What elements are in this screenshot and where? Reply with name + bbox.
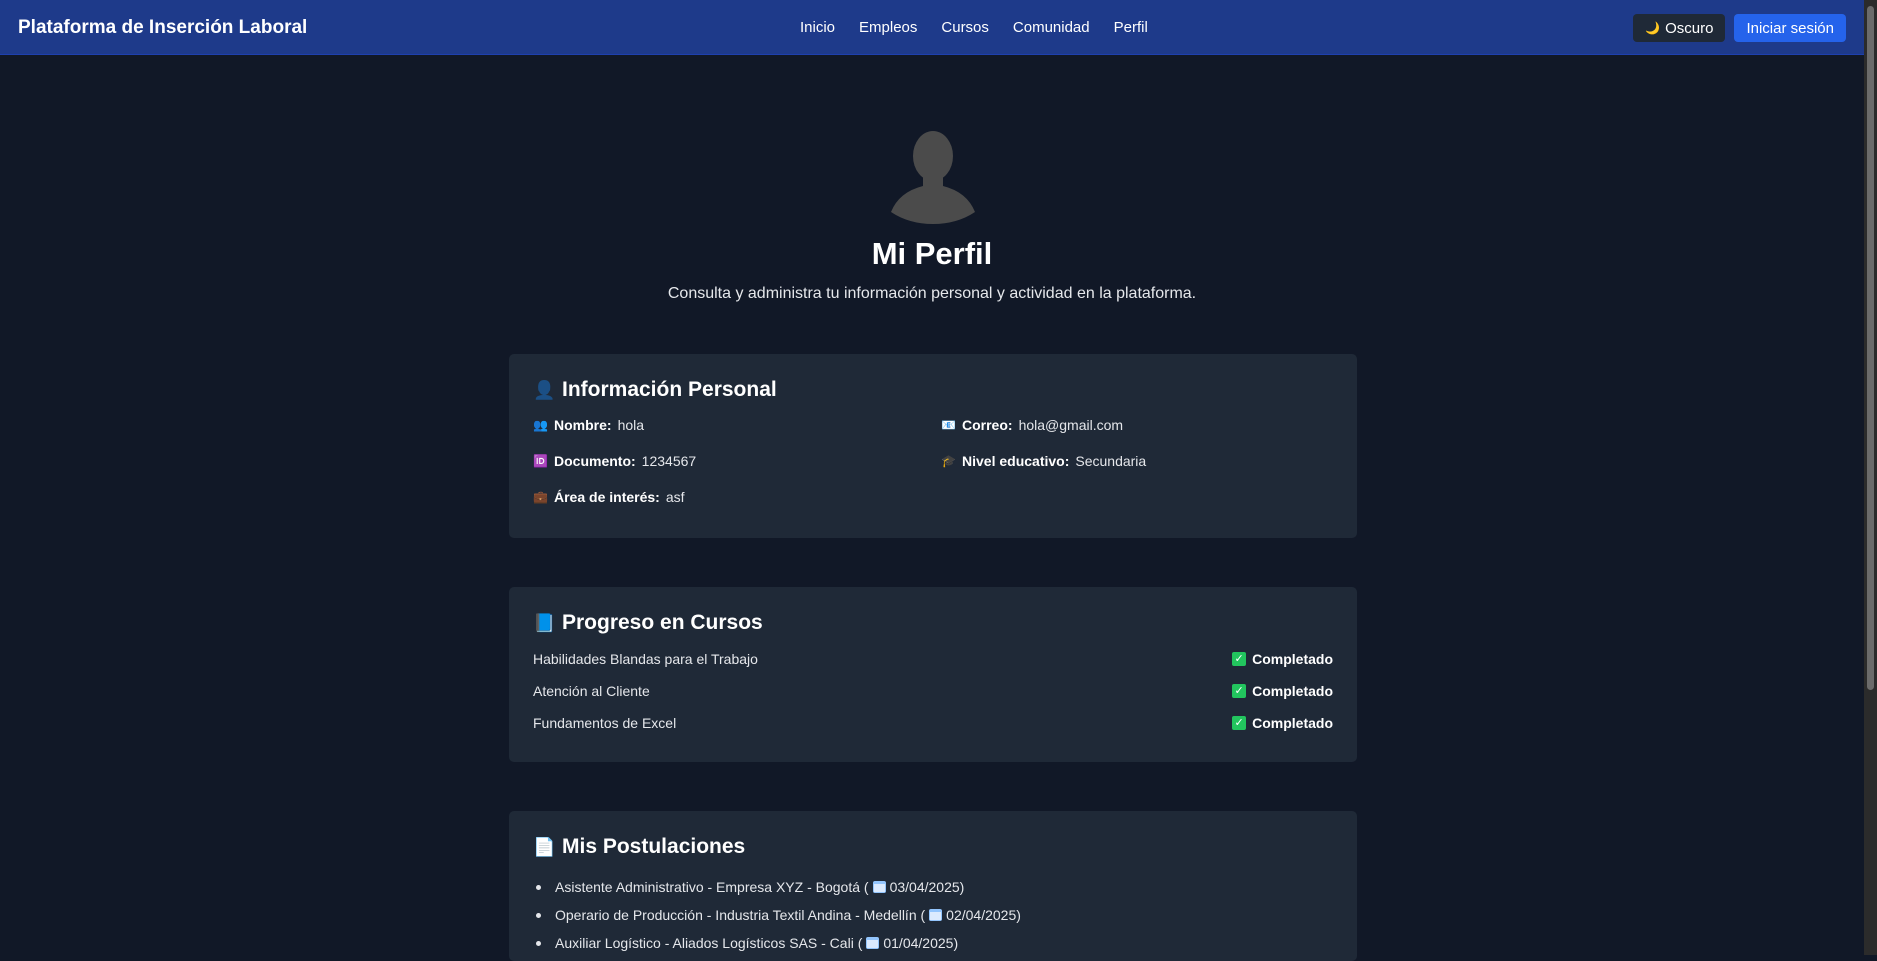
course-status: ✓ Completado	[1232, 651, 1333, 667]
info-value-correo: hola@gmail.com	[1018, 417, 1124, 433]
course-progress-heading: 📘 Progreso en Cursos	[533, 611, 1333, 635]
check-icon: ✓	[1232, 684, 1247, 698]
calendar-icon	[929, 909, 943, 921]
application-item: Asistente Administrativo - Empresa XYZ -…	[533, 873, 1333, 901]
personal-info-grid: 👥 Nombre: hola 📧 Correo: hola@gmail.com …	[533, 416, 1333, 506]
page-scrollbar[interactable]	[1864, 0, 1877, 955]
scrollbar-thumb[interactable]	[1867, 6, 1874, 690]
calendar-icon	[866, 937, 880, 949]
info-item-nivel-educativo: 🎓 Nivel educativo: Secundaria	[941, 452, 1341, 470]
moon-icon: 🌙	[1645, 21, 1661, 35]
nav-link-comunidad[interactable]: Comunidad	[1013, 19, 1090, 36]
nav-links: Inicio Empleos Cursos Comunidad Perfil	[800, 0, 1148, 54]
applications-card: 📄 Mis Postulaciones Asistente Administra…	[509, 811, 1357, 961]
nav-link-cursos[interactable]: Cursos	[941, 19, 989, 36]
info-item-correo: 📧 Correo: hola@gmail.com	[941, 416, 1341, 434]
application-close: )	[953, 935, 959, 951]
check-icon: ✓	[1232, 716, 1247, 730]
course-status: ✓ Completado	[1232, 683, 1333, 699]
applications-heading: 📄 Mis Postulaciones	[533, 835, 1333, 859]
document-icon: 📄	[533, 836, 556, 857]
application-item: Operario de Producción - Industria Texti…	[533, 901, 1333, 929]
bullet	[536, 912, 541, 918]
nav-link-inicio[interactable]: Inicio	[800, 19, 835, 36]
personal-info-card: 👤 Información Personal 👥 Nombre: hola 📧 …	[509, 354, 1357, 538]
people-icon: 👥	[533, 418, 548, 432]
nav-link-empleos[interactable]: Empleos	[859, 19, 917, 36]
application-item: Auxiliar Logístico - Aliados Logísticos …	[533, 929, 1333, 957]
theme-toggle-button[interactable]: 🌙 Oscuro	[1633, 14, 1726, 42]
course-status-label: Completado	[1252, 715, 1333, 731]
application-text: Asistente Administrativo - Empresa XYZ -…	[555, 879, 869, 895]
course-name: Fundamentos de Excel	[533, 715, 677, 731]
application-date: 01/04/2025	[883, 935, 954, 951]
personal-info-title: Información Personal	[562, 378, 777, 401]
course-name: Atención al Cliente	[533, 683, 650, 699]
info-value-documento: 1234567	[641, 453, 697, 469]
email-icon: 📧	[941, 418, 956, 432]
info-label: Documento:	[554, 453, 636, 469]
nav-link-perfil[interactable]: Perfil	[1114, 19, 1148, 36]
info-label: Nivel educativo:	[962, 453, 1070, 469]
graduation-cap-icon: 🎓	[941, 454, 956, 468]
info-item-area-interes: 💼 Área de interés: asf	[533, 488, 941, 506]
info-item-documento: 🆔 Documento: 1234567	[533, 452, 941, 470]
id-icon: 🆔	[533, 454, 548, 468]
check-icon: ✓	[1232, 652, 1247, 666]
application-text: Auxiliar Logístico - Aliados Logísticos …	[555, 935, 863, 951]
personal-info-heading: 👤 Información Personal	[533, 378, 1333, 402]
bullet	[536, 940, 541, 946]
application-text: Operario de Producción - Industria Texti…	[555, 907, 926, 923]
nav-actions: 🌙 Oscuro Iniciar sesión	[1633, 14, 1846, 42]
course-name: Habilidades Blandas para el Trabajo	[533, 651, 758, 667]
info-label: Nombre:	[554, 417, 612, 433]
course-progress-title: Progreso en Cursos	[562, 611, 763, 634]
application-close: )	[1016, 907, 1021, 923]
login-button[interactable]: Iniciar sesión	[1734, 14, 1846, 42]
info-value-nivel-educativo: Secundaria	[1075, 453, 1147, 469]
applications-list: Asistente Administrativo - Empresa XYZ -…	[533, 873, 1333, 957]
info-label: Área de interés:	[554, 489, 660, 505]
course-row: Atención al Cliente ✓ Completado	[533, 675, 1333, 707]
course-status-label: Completado	[1252, 651, 1333, 667]
course-list: Habilidades Blandas para el Trabajo ✓ Co…	[533, 643, 1333, 739]
user-icon: 👤	[533, 379, 556, 400]
course-status: ✓ Completado	[1232, 715, 1333, 731]
book-icon: 📘	[533, 612, 556, 633]
application-date: 03/04/2025	[889, 879, 960, 895]
avatar-icon	[891, 131, 975, 224]
page-title: Mi Perfil	[871, 236, 993, 271]
calendar-icon	[872, 881, 886, 893]
info-value-area-interes: asf	[665, 489, 685, 505]
course-row: Fundamentos de Excel ✓ Completado	[533, 707, 1333, 739]
application-close: )	[959, 879, 965, 895]
info-value-nombre: hola	[617, 417, 645, 433]
info-label: Correo:	[962, 417, 1013, 433]
info-item-nombre: 👥 Nombre: hola	[533, 416, 941, 434]
course-status-label: Completado	[1252, 683, 1333, 699]
top-navbar: Plataforma de Inserción Laboral Inicio E…	[0, 0, 1864, 55]
bullet	[536, 884, 541, 890]
brand-logo-text[interactable]: Plataforma de Inserción Laboral	[18, 0, 307, 54]
applications-title: Mis Postulaciones	[562, 835, 746, 858]
theme-toggle-label: Oscuro	[1665, 19, 1714, 37]
application-date: 02/04/2025	[946, 907, 1017, 923]
course-row: Habilidades Blandas para el Trabajo ✓ Co…	[533, 643, 1333, 675]
briefcase-icon: 💼	[533, 490, 548, 504]
course-progress-card: 📘 Progreso en Cursos Habilidades Blandas…	[509, 587, 1357, 762]
page-subtitle: Consulta y administra tu información per…	[667, 285, 1197, 302]
